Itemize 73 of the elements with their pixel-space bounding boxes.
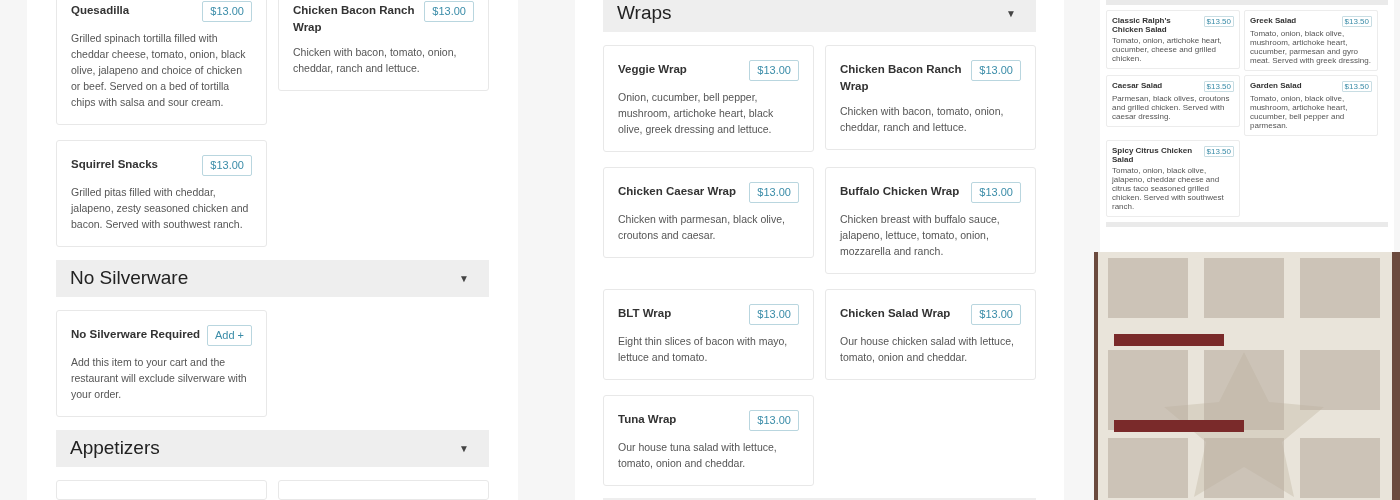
menu-item-card[interactable]: Greek Salad $13.50 Tomato, onion, black olive, mushroom, artichoke heart, cucumber, parmesan and gyro meat. Served with greek dressing. [1244, 10, 1378, 71]
item-name: Squirrel Snacks [71, 157, 158, 172]
menu-item-card[interactable]: Spicy Citrus Chicken Salad $13.50 Tomato, onion, black olive, jalapeno, cheddar cheese and citrus taco seasoned grilled chicken. Served with southwest ranch. [1106, 140, 1240, 217]
category-title: Appetizers [70, 436, 160, 461]
item-description: Tomato, onion, artichoke heart, cucumber, cheese and grilled chicken. [1112, 36, 1223, 63]
menu-item-card[interactable]: Chicken Caesar Wrap $13.00 Chicken with parmesan, black olive, croutons and caesar. [603, 167, 814, 259]
dropdown-arrow-icon: ▼ [459, 441, 475, 456]
category-header[interactable]: Appetizers ▼ [56, 430, 489, 467]
price-tag[interactable]: $13.50 [1203, 146, 1234, 157]
price-tag[interactable]: $13.00 [971, 60, 1021, 82]
price-tag[interactable]: $13.50 [1341, 16, 1372, 27]
item-name: Buffalo Chicken Wrap [840, 184, 960, 200]
category-title: Wraps [617, 1, 672, 26]
item-name: Tuna Wrap [618, 412, 677, 428]
item-description: Our house tuna salad with lettuce, tomato, onion and cheddar. [618, 440, 778, 472]
item-name: Greek Salad [1250, 16, 1297, 25]
item-description: Grilled spinach tortilla filled with cheddar cheese, tomato, onion, black olive, jalapeno and choice of chicken or beef. Served on a bed of tortilla chips with salsa and sour cream. [71, 31, 247, 110]
add-button[interactable]: Add + [206, 325, 252, 346]
menu-item-card[interactable]: Chicken Salad Wrap $13.00 Our house chicken salad with lettuce, tomato, onion and cheddar. [825, 289, 1036, 381]
price-tag[interactable]: $13.00 [202, 1, 252, 22]
item-description: Tomato, onion, black olive, mushroom, artichoke heart, cucumber, parmesan and gyro meat. Served with greek dressing. [1250, 29, 1372, 65]
menu-item-card[interactable]: Buffalo Chicken Wrap $13.00 Chicken breast with buffalo sauce, jalapeno, lettuce, tomato, onion, mozzarella and ranch. [825, 167, 1036, 275]
price-tag[interactable]: $13.00 [971, 304, 1021, 326]
price-tag[interactable]: $13.50 [1341, 81, 1372, 92]
menu-item-card[interactable]: No Silverware Required Add + Add this item to your cart and the restaurant will exclude silverware with your order. [56, 310, 267, 417]
price-tag[interactable]: $13.50 [1203, 81, 1234, 92]
item-description: Tomato, onion, black olive, mushroom, artichoke heart, cucumber, bell pepper and parmesan. [1250, 94, 1349, 130]
item-name: Classic Ralph's Chicken Salad [1112, 16, 1172, 34]
price-tag[interactable]: $13.00 [749, 304, 799, 326]
item-name: Caesar Salad [1112, 81, 1163, 90]
item-description: Eight thin slices of bacon with mayo, lettuce and tomato. [618, 334, 789, 366]
item-description: Onion, cucumber, bell pepper, mushroom, artichoke heart, black olive, greek dressing and lettuce. [618, 90, 775, 138]
menu-item-card[interactable]: BLT Wrap $13.00 Eight thin slices of bacon with mayo, lettuce and tomato. [603, 289, 814, 381]
item-name: Chicken Salad Wrap [840, 306, 951, 322]
item-description: Chicken breast with buffalo sauce, jalapeno, lettuce, tomato, onion, mozzarella and ranch. [840, 212, 1001, 260]
price-tag[interactable]: $13.00 [749, 60, 799, 82]
item-name: No Silverware Required [71, 327, 201, 342]
menu-item-card[interactable]: Quesadilla $13.00 Grilled spinach tortilla filled with cheddar cheese, tomato, onion, black olive, jalapeno and choice of chicken or beef. Served on a bed of tortilla chips with salsa and sour cream. [56, 0, 267, 125]
item-name: BLT Wrap [618, 306, 672, 322]
menu-item-card[interactable]: Squirrel Snacks $13.00 Grilled pitas filled with cheddar, jalapeno, zesty seasoned chicken and bacon. Served with southwest ranch. [56, 140, 267, 247]
item-description: Grilled pitas filled with cheddar, jalapeno, zesty seasoned chicken and bacon. Served with southwest ranch. [71, 185, 250, 232]
price-tag[interactable]: $13.50 [1203, 16, 1234, 27]
menu-item-card[interactable]: Caesar Salad $13.50 Parmesan, black olives, croutons and grilled chicken. Served with caesar dressing. [1106, 75, 1240, 127]
item-description: Chicken with parmesan, black olive, croutons and caesar. [618, 212, 786, 244]
item-name: Spicy Citrus Chicken Salad [1112, 146, 1194, 164]
item-description: Our house chicken salad with lettuce, tomato, onion and cheddar. [840, 334, 1015, 366]
menu-item-card[interactable]: Garden Salad $13.50 Tomato, onion, black olive, mushroom, artichoke heart, cucumber, bell pepper and parmesan. [1244, 75, 1378, 136]
menu-item-card[interactable]: Chicken Bacon Ranch Wrap $13.00 Chicken with bacon, tomato, onion, cheddar, ranch and lettuce. [278, 0, 489, 91]
item-name: Chicken Bacon Ranch Wrap [840, 62, 963, 95]
price-tag[interactable]: $13.00 [749, 182, 799, 204]
category-header[interactable]: Wraps ▼ [603, 0, 1036, 33]
price-tag[interactable]: $13.00 [971, 182, 1021, 204]
category-header[interactable]: No Silverware ▼ [56, 260, 489, 297]
item-name: Quesadilla [71, 3, 130, 18]
menu-item-card[interactable]: Veggie Wrap $13.00 Onion, cucumber, bell pepper, mushroom, artichoke heart, black olive, greek dressing and lettuce. [603, 45, 814, 153]
dropdown-arrow-icon: ▼ [459, 271, 475, 286]
item-name: Garden Salad [1250, 81, 1302, 90]
category-title: No Silverware [70, 266, 189, 291]
item-name: Chicken Caesar Wrap [618, 184, 737, 200]
item-description: Parmesan, black olives, croutons and grilled chicken. Served with caesar dressing. [1112, 94, 1231, 121]
item-description: Add this item to your cart and the restaurant will exclude silverware with your order. [71, 355, 248, 402]
item-description: Chicken with bacon, tomato, onion, cheddar, ranch and lettuce. [293, 45, 458, 76]
menu-item-card[interactable]: Classic Ralph's Chicken Salad $13.50 Tomato, onion, artichoke heart, cucumber, cheese and grilled chicken. [1106, 10, 1240, 69]
menu-item-card[interactable]: Tuna Wrap $13.00 Our house tuna salad with lettuce, tomato, onion and cheddar. [603, 395, 814, 487]
item-name: Veggie Wrap [618, 62, 687, 78]
price-tag[interactable]: $13.00 [202, 155, 252, 176]
item-description: Tomato, onion, black olive, jalapeno, cheddar cheese and citrus taco seasoned grilled chicken. Served with southwest ranch. [1112, 166, 1225, 211]
price-tag[interactable]: $13.00 [749, 410, 799, 432]
item-name: Chicken Bacon Ranch Wrap [293, 3, 416, 35]
item-description: Chicken with bacon, tomato, onion, cheddar, ranch and lettuce. [840, 104, 1005, 136]
menu-item-card[interactable]: Chicken Bacon Ranch Wrap $13.00 Chicken with bacon, tomato, onion, cheddar, ranch and lettuce. [825, 45, 1036, 151]
price-tag[interactable]: $13.00 [424, 1, 474, 22]
dropdown-arrow-icon: ▼ [1006, 6, 1022, 21]
